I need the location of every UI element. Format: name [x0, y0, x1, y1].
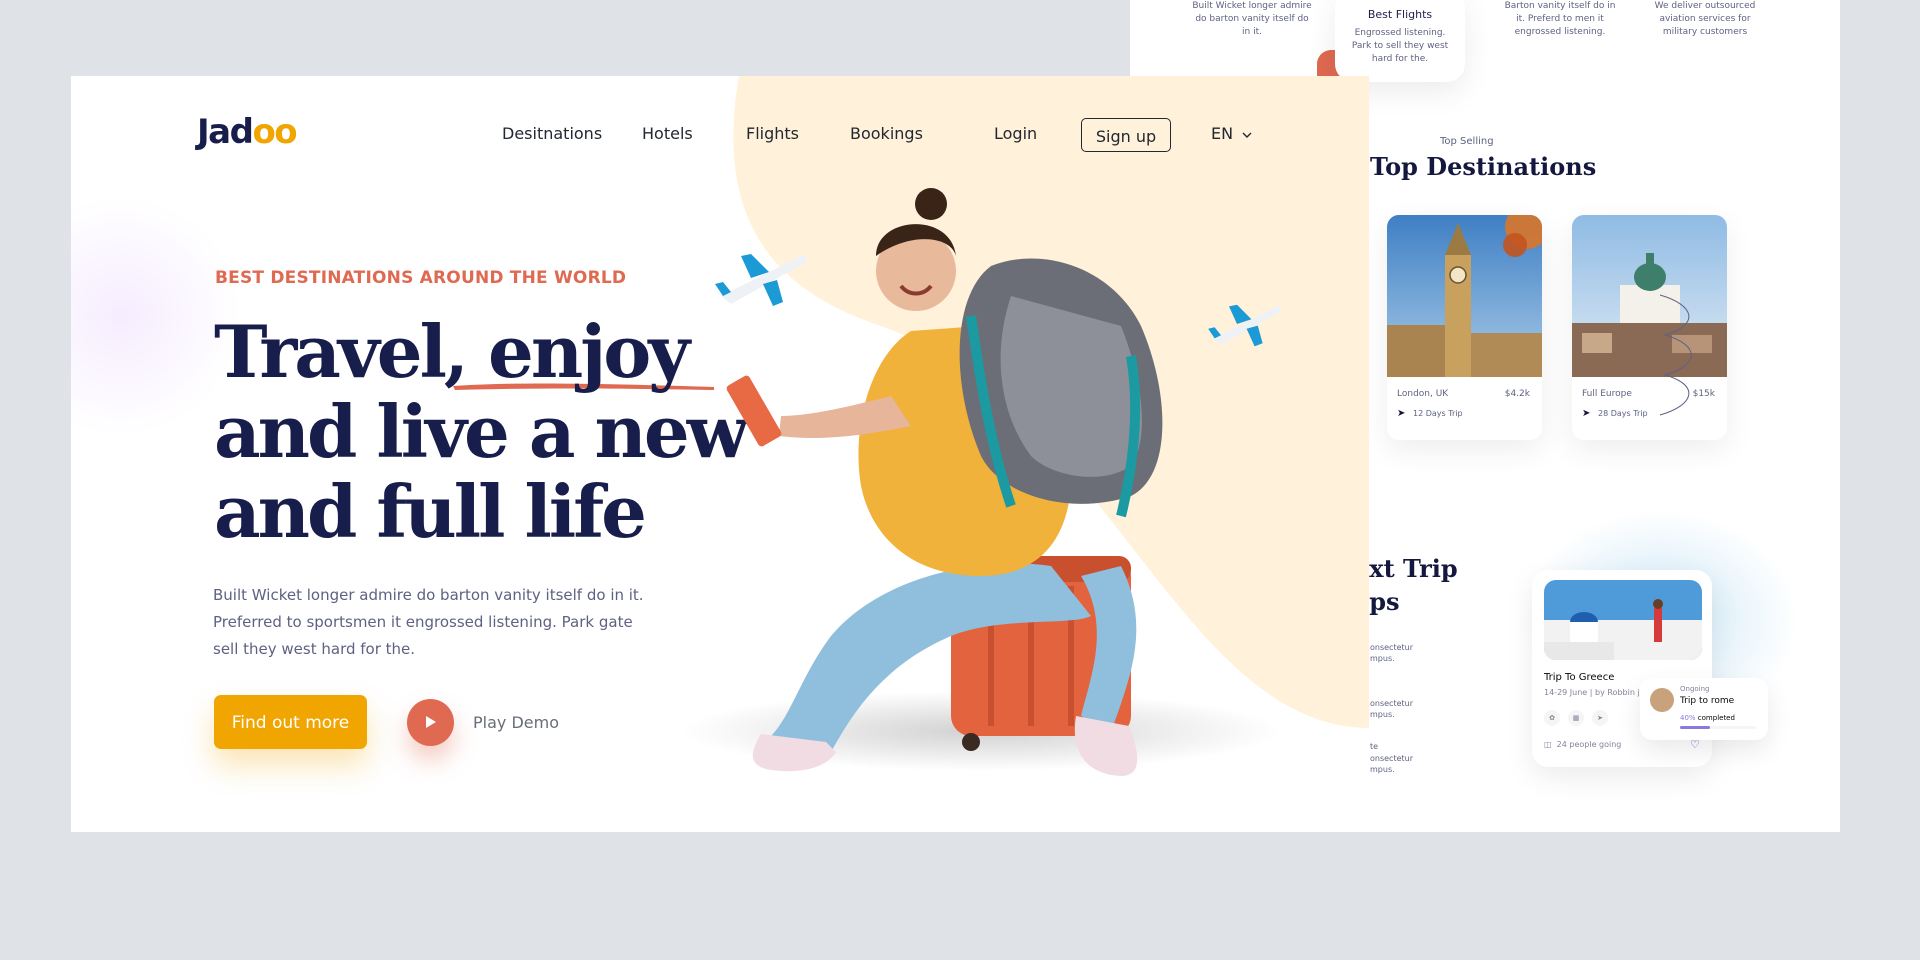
destination-trip-length: 28 Days Trip: [1598, 409, 1648, 418]
nav-link-bookings[interactable]: Bookings: [850, 124, 923, 143]
nav-link-destinations[interactable]: Desitnations: [502, 124, 602, 143]
next-trip-title: ext Trip eps: [1354, 552, 1458, 618]
trip-dates: 14-29 June | by Robbin jo: [1544, 688, 1645, 697]
trip-title: Trip To Greece: [1544, 672, 1615, 683]
language-selector[interactable]: EN: [1211, 124, 1252, 143]
progress-text: 40% completed: [1680, 714, 1735, 722]
chevron-down-icon: [1242, 132, 1252, 138]
greece-image: [1544, 580, 1702, 660]
trip-step-text: mpus.: [1370, 654, 1395, 663]
london-image: [1387, 215, 1542, 377]
ongoing-trip-card[interactable]: Ongoing Trip to rome 40% completed: [1640, 678, 1768, 740]
destination-trip-length: 12 Days Trip: [1413, 409, 1463, 418]
next-trip-title-line2: eps: [1354, 587, 1400, 616]
trip-step-text: onsectetur: [1370, 643, 1414, 652]
navigation-arrow-icon: ➤: [1397, 408, 1406, 419]
progress-bar: [1680, 726, 1756, 729]
decorative-swirl: [1659, 294, 1692, 416]
top-selling-label: Top Selling: [1440, 136, 1494, 147]
signup-button[interactable]: Sign up: [1081, 118, 1171, 152]
service-text-3: Barton vanity itself do in it. Preferd t…: [1504, 1, 1616, 37]
navigation-arrow-icon: ➤: [1582, 408, 1591, 419]
service-text-1: Built Wicket longer admire do barton van…: [1192, 1, 1312, 37]
progress-bar-fill: [1680, 726, 1711, 729]
progress-completed-label: completed: [1697, 714, 1735, 722]
next-trip-title-line1: ext Trip: [1354, 554, 1458, 583]
trip-author: by Robbin jo: [1595, 688, 1645, 697]
trip-step-text: mpus.: [1370, 710, 1395, 719]
trip-step-text: onsectetur: [1370, 754, 1414, 763]
play-demo-label[interactable]: Play Demo: [473, 713, 559, 732]
trip-step-text: te: [1370, 742, 1379, 751]
service-card-text: Engrossed listening. Park to sell they w…: [1351, 28, 1449, 64]
top-destinations-title: Top Destinations: [1370, 152, 1597, 181]
trip-date-range: 14-29 June: [1544, 688, 1588, 697]
trip-step-text: mpus.: [1370, 765, 1395, 774]
airplane-icon: [1208, 304, 1282, 347]
destination-price: $4.2k: [1504, 389, 1530, 399]
find-out-more-button[interactable]: Find out more: [214, 695, 367, 749]
people-going: ◫ 24 people going: [1544, 740, 1622, 749]
trip-step-text: onsectetur: [1370, 699, 1414, 708]
logo-text: Jad: [197, 112, 254, 152]
hero-description: Built Wicket longer admire do barton van…: [213, 586, 644, 658]
jadoo-logo[interactable]: Jadoo: [197, 112, 298, 152]
ongoing-trip-name: Trip to rome: [1680, 696, 1735, 706]
destination-card-london[interactable]: London, UK $4.2k ➤ 12 Days Trip: [1387, 215, 1542, 440]
language-label: EN: [1211, 124, 1234, 143]
people-going-text: 24 people going: [1556, 740, 1622, 749]
leaf-icon[interactable]: ✿: [1544, 710, 1560, 726]
send-icon[interactable]: ➤: [1592, 710, 1608, 726]
ongoing-label: Ongoing: [1680, 685, 1710, 693]
logo-text-accent: oo: [252, 112, 297, 152]
nav-link-flights[interactable]: Flights: [746, 124, 799, 143]
map-icon[interactable]: ▦: [1568, 710, 1584, 726]
service-text-4: We deliver outsourced aviation services …: [1654, 1, 1756, 37]
nav-link-hotels[interactable]: Hotels: [642, 124, 693, 143]
destination-name: London, UK: [1397, 389, 1449, 399]
destination-name: Full Europe: [1582, 389, 1632, 399]
rome-avatar: [1650, 688, 1674, 712]
service-card-best-flights[interactable]: Best Flights Engrossed listening. Park t…: [1335, 0, 1465, 82]
hero-eyebrow: BEST DESTINATIONS AROUND THE WORLD: [215, 268, 627, 288]
landing-hero-card: Jadoo Desitnations Hotels Flights Bookin…: [71, 76, 1369, 832]
play-icon: [426, 716, 436, 728]
airplane-icon: [715, 254, 807, 306]
service-card-title: Best Flights: [1367, 8, 1433, 21]
login-link[interactable]: Login: [994, 124, 1037, 143]
play-demo-button[interactable]: [407, 699, 454, 746]
progress-percent: 40%: [1680, 714, 1696, 722]
